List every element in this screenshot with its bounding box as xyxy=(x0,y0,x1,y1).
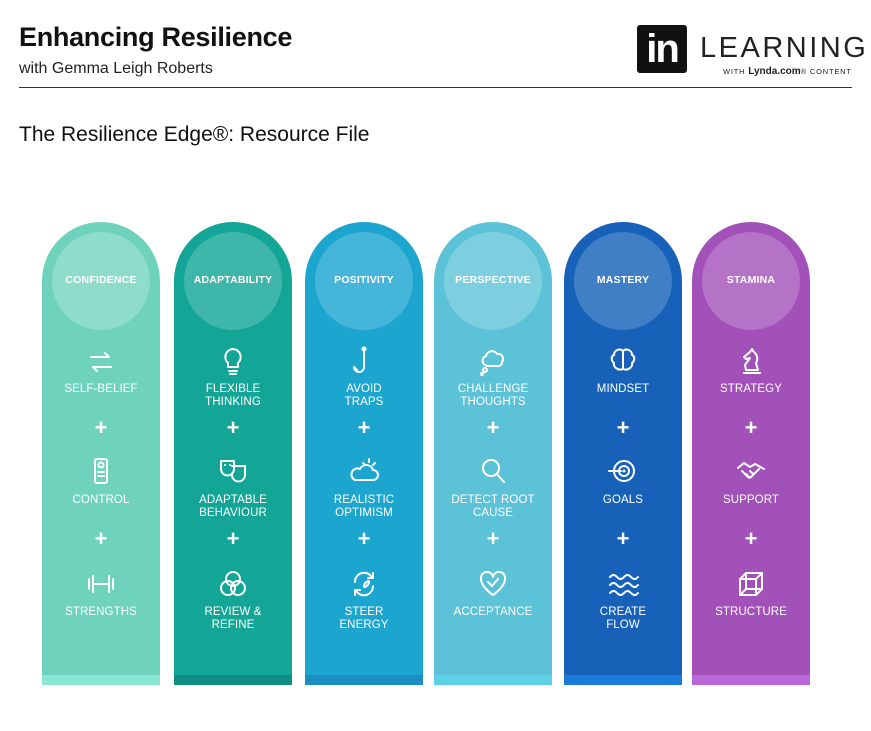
pillar-confidence: CONFIDENCE SELF-BELIEF + CONTROL + STRENGTHS xyxy=(42,222,160,685)
pillar-item-label: SUPPORT xyxy=(722,494,780,506)
pillar-heading: MASTERY xyxy=(596,274,650,286)
pillar-item-label: STEER ENERGY xyxy=(339,606,389,631)
theatre-masks-icon xyxy=(216,454,250,488)
plus-sign: + xyxy=(94,526,108,551)
pillar-item-label: MINDSET xyxy=(596,383,650,395)
pillar-mastery: MASTERY MINDSET + GOALS + CREATE FLOW xyxy=(564,222,682,685)
waves-icon xyxy=(606,567,640,601)
pillar-base xyxy=(692,675,810,685)
pillar-heading: ADAPTABILITY xyxy=(193,274,273,286)
pillar-item-label: STRATEGY xyxy=(720,383,782,395)
pillar-positivity: POSITIVITY AVOID TRAPS + REALISTIC OPTIMISM… xyxy=(305,222,423,685)
pillar-stamina: STAMINA STRATEGY + SUPPORT + STRUCTURE xyxy=(692,222,810,685)
plus-sign: + xyxy=(357,526,371,551)
arrows-exchange-icon xyxy=(84,345,118,379)
pillar-item-label: REVIEW & REFINE xyxy=(204,606,262,631)
plus-sign: + xyxy=(226,526,240,551)
thought-bubble-icon xyxy=(476,345,510,379)
pillar-item-label: STRENGTHS xyxy=(65,606,137,618)
linkedin-logo-icon: in xyxy=(637,25,687,73)
pillar-item-label: CONTROL xyxy=(72,494,130,506)
pillar-item-label: ACCEPTANCE xyxy=(453,606,533,618)
remote-control-icon xyxy=(84,454,118,488)
recycle-leaf-icon xyxy=(347,567,381,601)
plus-sign: + xyxy=(94,415,108,440)
pillar-item-label: CREATE FLOW xyxy=(599,606,647,631)
course-author: with Gemma Leigh Roberts xyxy=(19,60,213,77)
pillar-base xyxy=(305,675,423,685)
pillar-item-label: CHALLENGE THOUGHTS xyxy=(457,383,529,408)
pillar-item-label: REALISTIC OPTIMISM xyxy=(333,494,395,519)
plus-sign: + xyxy=(744,526,758,551)
dumbbell-icon xyxy=(84,567,118,601)
pillar-item-label: GOALS xyxy=(602,494,644,506)
handshake-icon xyxy=(734,454,768,488)
hook-icon xyxy=(347,345,381,379)
plus-sign: + xyxy=(616,415,630,440)
plus-sign: + xyxy=(357,415,371,440)
pillar-heading: PERSPECTIVE xyxy=(455,274,531,286)
lightbulb-icon xyxy=(216,345,250,379)
pillar-base xyxy=(42,675,160,685)
pillar-item-label: SELF-BELIEF xyxy=(64,383,138,395)
pillar-item-label: DETECT ROOT CAUSE xyxy=(451,494,535,519)
pillar-perspective: PERSPECTIVE CHALLENGE THOUGHTS + DETECT ROO… xyxy=(434,222,552,685)
plus-sign: + xyxy=(486,526,500,551)
pillar-item-label: STRUCTURE xyxy=(715,606,787,618)
pillar-item-label: ADAPTABLE BEHAVIOUR xyxy=(199,494,267,519)
pillar-base xyxy=(434,675,552,685)
sun-cloud-icon xyxy=(347,454,381,488)
plus-sign: + xyxy=(486,415,500,440)
cube-icon xyxy=(734,567,768,601)
pillar-heading: POSITIVITY xyxy=(334,274,394,286)
plus-sign: + xyxy=(226,415,240,440)
pillar-base xyxy=(174,675,292,685)
pillar-heading: STAMINA xyxy=(726,274,776,286)
course-title: Enhancing Resilience xyxy=(19,22,293,52)
pillar-base xyxy=(564,675,682,685)
pillar-item-label: AVOID TRAPS xyxy=(344,383,384,408)
heart-icon xyxy=(476,567,510,601)
logo-subtitle: WITH Lynda.com® CONTENT xyxy=(723,66,852,77)
document-title: The Resilience Edge®: Resource File xyxy=(19,123,370,146)
header-divider xyxy=(19,87,852,88)
target-icon xyxy=(606,454,640,488)
venn-diagram-icon xyxy=(216,567,250,601)
chess-knight-icon xyxy=(734,345,768,379)
pillar-adaptability: ADAPTABILITY FLEXIBLE THINKING + ADAPTABLE … xyxy=(174,222,292,685)
pillar-heading: CONFIDENCE xyxy=(65,274,137,286)
magnifier-icon xyxy=(476,454,510,488)
plus-sign: + xyxy=(616,526,630,551)
brain-icon xyxy=(606,345,640,379)
pillar-item-label: FLEXIBLE THINKING xyxy=(205,383,261,408)
plus-sign: + xyxy=(744,415,758,440)
logo-wordmark: LEARNING xyxy=(700,32,869,64)
